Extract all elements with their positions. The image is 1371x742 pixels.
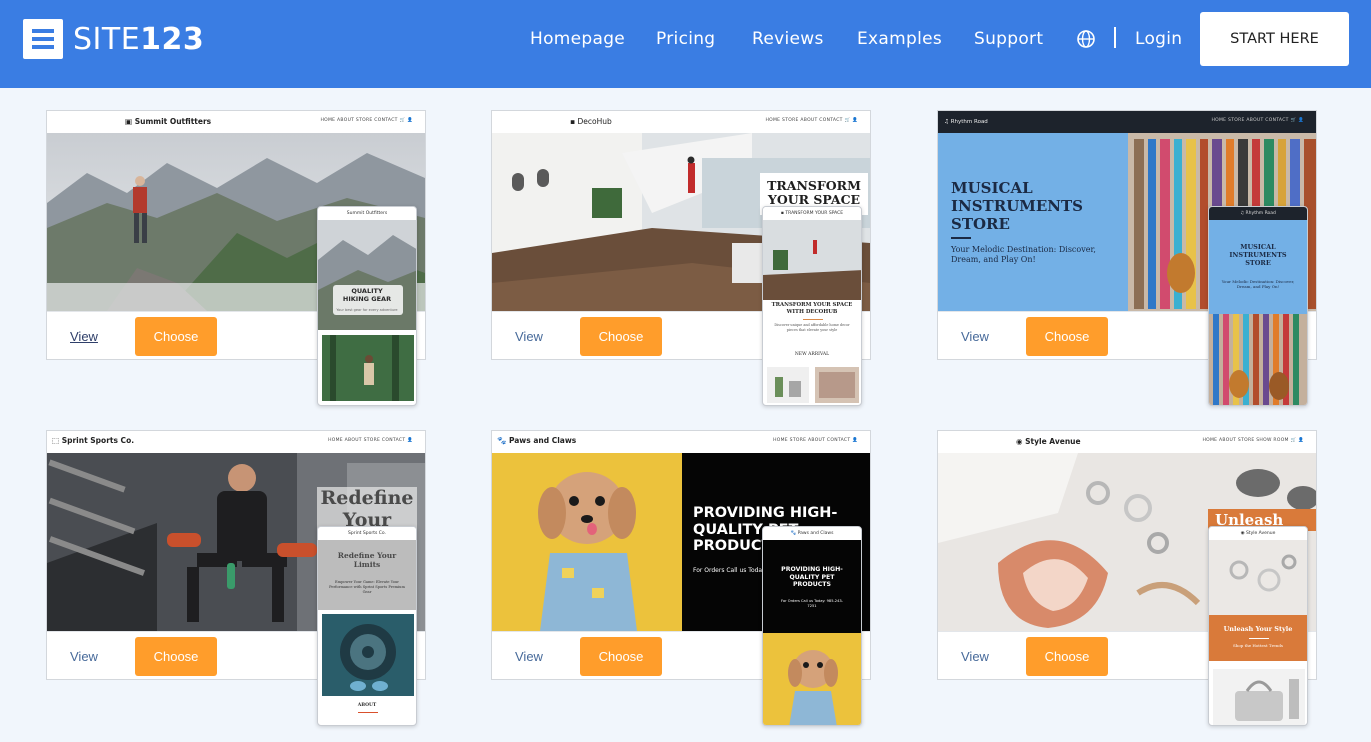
mobile-preview[interactable]: 🐾 Paws and Claws PROVIDING HIGH-QUALITY …	[762, 526, 862, 726]
mobile-preview[interactable]: Summit Outfitters QUALITY HIKING GEAR Yo…	[317, 206, 417, 406]
site123-logo[interactable]: SITE123	[22, 18, 204, 60]
mobile-subtitle: Shop the Hottest Trends	[1233, 643, 1283, 648]
hero-title: Redefine Your	[317, 487, 417, 531]
guitar-wall-image	[1209, 314, 1307, 405]
mobile-preview[interactable]: ♫ Rhythm Road MUSICAL INSTRUMENTS STORE …	[1208, 206, 1308, 406]
choose-button[interactable]: Choose	[580, 317, 662, 356]
preview-links: HOME ABOUT STORE SHOW ROOM 🛒 👤	[1202, 438, 1304, 443]
barbell-image	[322, 614, 414, 696]
nav-pricing[interactable]: Pricing	[656, 29, 715, 49]
template-card-sprint-sports: ⬚ Sprint Sports Co. HOME ABOUT STORE CON…	[46, 430, 426, 726]
mobile-subtitle: Your best gear for every adventure	[336, 308, 398, 312]
view-link[interactable]: View	[70, 329, 98, 344]
nav-reviews[interactable]: Reviews	[752, 29, 824, 49]
mobile-title: QUALITY HIKING GEAR	[342, 287, 392, 303]
mobile-preview[interactable]: ◉ Style Avenue Unleash Your Style Shop t…	[1208, 526, 1308, 726]
preview-nav: 🐾 Paws and Claws HOME STORE ABOUT CONTAC…	[492, 431, 870, 453]
mobile-hero-image	[1209, 540, 1307, 615]
mobile-title: PROVIDING HIGH-QUALITY PET PRODUCTS	[781, 566, 843, 589]
hero-subtitle: For Orders Call us Today	[693, 567, 766, 574]
dog-image	[763, 633, 861, 725]
preview-links: HOME ABOUT STORE CONTACT 🛒 👤	[320, 118, 413, 123]
preview-nav: ♫ Rhythm Road HOME STORE ABOUT CONTACT 🛒…	[938, 111, 1316, 133]
view-link[interactable]: View	[515, 329, 543, 344]
view-link[interactable]: View	[961, 329, 989, 344]
preview-nav: ◉ Style Avenue HOME ABOUT STORE SHOW ROO…	[938, 431, 1316, 453]
choose-button[interactable]: Choose	[1026, 317, 1108, 356]
preview-brand: ◉ Style Avenue	[1016, 437, 1081, 446]
forest-image	[322, 335, 414, 401]
preview-brand: ▣ Summit Outfitters	[125, 117, 212, 126]
mobile-section-title: NEW ARRIVAL	[794, 352, 830, 357]
brand-name: SITE123	[73, 21, 205, 57]
mobile-body: Empower Your Game: Elevate Your Performa…	[329, 580, 405, 594]
globe-icon[interactable]	[1076, 29, 1096, 49]
mobile-nav: ◉ Style Avenue	[1209, 527, 1307, 540]
hero-title: MUSICAL INSTRUMENTS STORE	[951, 179, 1084, 233]
mobile-hero-image	[763, 220, 861, 300]
mobile-title: Unleash Your Style	[1223, 625, 1293, 633]
view-link[interactable]: View	[961, 649, 989, 664]
mobile-section-title: ABOUT	[357, 703, 377, 708]
choose-button[interactable]: Choose	[135, 317, 217, 356]
preview-links: HOME STORE ABOUT CONTACT 🛒 👤	[1211, 118, 1304, 123]
template-card-paws-and-claws: 🐾 Paws and Claws HOME STORE ABOUT CONTAC…	[491, 430, 871, 726]
preview-nav: ▪ DecoHub HOME STORE ABOUT CONTACT 🛒 👤	[492, 111, 870, 133]
nav-homepage[interactable]: Homepage	[530, 29, 625, 49]
template-card-summit-outfitters: ▣ Summit Outfitters HOME ABOUT STORE CON…	[46, 110, 426, 406]
nav-support[interactable]: Support	[974, 29, 1043, 49]
login-link[interactable]: Login	[1135, 29, 1182, 49]
nav-divider	[1114, 27, 1116, 48]
product-thumbnails	[767, 367, 859, 403]
preview-links: HOME ABOUT STORE CONTACT 👤	[328, 438, 413, 443]
logo-icon	[23, 19, 63, 59]
preview-links: HOME STORE ABOUT CONTACT 🛒 👤	[765, 118, 858, 123]
choose-button[interactable]: Choose	[1026, 637, 1108, 676]
preview-brand: ♫ Rhythm Road	[944, 119, 988, 125]
hero-title: TRANSFORM YOUR SPACE	[767, 178, 861, 207]
mobile-nav: Sprint Sports Co.	[318, 527, 416, 540]
template-card-style-avenue: ◉ Style Avenue HOME ABOUT STORE SHOW ROO…	[937, 430, 1317, 726]
mobile-preview[interactable]: ▪ TRANSFORM YOUR SPACE TRANSFORM YOUR SP…	[762, 206, 862, 406]
start-here-button[interactable]: START HERE	[1200, 12, 1349, 66]
preview-nav: ▣ Summit Outfitters HOME ABOUT STORE CON…	[47, 111, 425, 133]
mobile-nav: ▪ TRANSFORM YOUR SPACE	[763, 207, 861, 220]
choose-button[interactable]: Choose	[580, 637, 662, 676]
mobile-nav: ♫ Rhythm Road	[1209, 207, 1307, 220]
template-card-rhythm-road: ♫ Rhythm Road HOME STORE ABOUT CONTACT 🛒…	[937, 110, 1317, 406]
mobile-title: Redefine Your Limits	[337, 551, 397, 569]
mobile-nav: 🐾 Paws and Claws	[763, 527, 861, 540]
mobile-title: TRANSFORM YOUR SPACE WITH DECOHUB	[771, 302, 853, 315]
mobile-body: Discover unique and affordable home deco…	[774, 323, 850, 332]
template-card-decohub: ▪ DecoHub HOME STORE ABOUT CONTACT 🛒 👤 T…	[491, 110, 871, 406]
preview-brand: 🐾 Paws and Claws	[497, 436, 577, 445]
mobile-title: MUSICAL INSTRUMENTS STORE	[1229, 243, 1287, 267]
nav-examples[interactable]: Examples	[857, 29, 942, 49]
preview-brand: ▪ DecoHub	[570, 117, 612, 126]
preview-nav: ⬚ Sprint Sports Co. HOME ABOUT STORE CON…	[47, 431, 425, 453]
choose-button[interactable]: Choose	[135, 637, 217, 676]
top-navigation-bar: SITE123 Homepage Pricing Reviews Example…	[0, 0, 1371, 88]
view-link[interactable]: View	[70, 649, 98, 664]
mobile-subtitle: For Orders Call us Today: 985-243-7251	[781, 599, 843, 608]
mobile-preview[interactable]: Sprint Sports Co. Redefine Your Limits E…	[317, 526, 417, 726]
mobile-subtitle: Your Melodic Destination: Discover, Drea…	[1221, 279, 1295, 290]
hero-subtitle: Your Melodic Destination: Discover, Drea…	[951, 245, 1096, 264]
mobile-hero-image	[318, 220, 416, 330]
preview-brand: ⬚ Sprint Sports Co.	[52, 436, 135, 445]
view-link[interactable]: View	[515, 649, 543, 664]
handbag-image	[1213, 669, 1305, 725]
preview-links: HOME STORE ABOUT CONTACT 👤	[773, 438, 858, 443]
mobile-nav: Summit Outfitters	[318, 207, 416, 220]
